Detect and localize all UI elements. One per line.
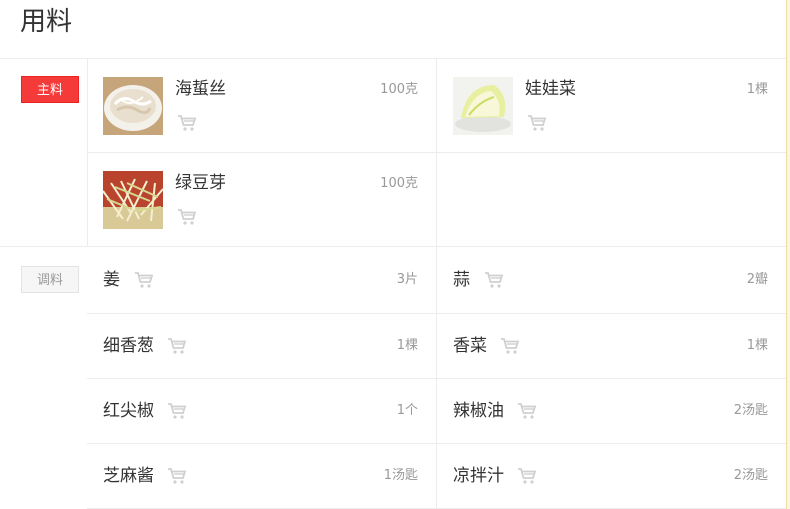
seasoning-name[interactable]: 红尖椒: [103, 379, 154, 443]
seasoning-item[interactable]: 细香葱 1棵: [87, 314, 436, 378]
shopping-cart-icon[interactable]: [177, 114, 197, 136]
shopping-cart-icon[interactable]: [500, 337, 520, 359]
seasoning-name[interactable]: 细香葱: [103, 314, 154, 378]
seasoning-name[interactable]: 凉拌汁: [453, 444, 504, 508]
shopping-cart-icon[interactable]: [167, 337, 187, 359]
seasoning-quantity: 2汤匙: [733, 468, 768, 483]
main-ingredient-item[interactable]: 海蜇丝 100克: [87, 59, 436, 152]
shopping-cart-icon[interactable]: [167, 467, 187, 489]
ingredient-quantity: 1棵: [746, 82, 768, 97]
ingredient-quantity: 100克: [380, 82, 418, 97]
jellyfish-shreds-photo[interactable]: [103, 77, 163, 135]
ingredient-name[interactable]: 海蜇丝: [175, 77, 226, 101]
ingredients-page: 用料 主料 海蜇丝 100克 娃娃菜 1棵 绿豆芽 100克 调料 姜 3片 蒜…: [0, 0, 786, 509]
ingredient-name[interactable]: 绿豆芽: [175, 171, 226, 195]
shopping-cart-icon[interactable]: [484, 271, 504, 293]
seasoning-quantity: 1棵: [746, 338, 768, 353]
ingredient-name[interactable]: 娃娃菜: [525, 77, 576, 101]
shopping-cart-icon[interactable]: [177, 208, 197, 230]
seasoning-quantity: 3片: [396, 272, 418, 287]
section-title: 用料: [20, 7, 73, 37]
seasoning-quantity: 1个: [396, 403, 418, 418]
seasoning-item[interactable]: 香菜 1棵: [437, 314, 786, 378]
seasoning-name[interactable]: 蒜: [453, 248, 470, 312]
baby-cabbage-photo[interactable]: [453, 77, 513, 135]
seasoning-item[interactable]: 辣椒油 2汤匙: [437, 379, 786, 443]
main-ingredient-item[interactable]: 娃娃菜 1棵: [437, 59, 786, 152]
seasoning-item[interactable]: 芝麻酱 1汤匙: [87, 444, 436, 508]
right-border-rule: [786, 0, 790, 509]
seasoning-quantity: 1汤匙: [383, 468, 418, 483]
shopping-cart-icon[interactable]: [527, 114, 547, 136]
shopping-cart-icon[interactable]: [167, 402, 187, 424]
seasonings-tag: 调料: [21, 266, 79, 293]
main-ingredients-tag: 主料: [21, 76, 79, 103]
seasoning-item[interactable]: 蒜 2瓣: [437, 248, 786, 312]
seasoning-quantity: 2汤匙: [733, 403, 768, 418]
seasoning-quantity: 1棵: [396, 338, 418, 353]
ingredient-quantity: 100克: [380, 176, 418, 191]
shopping-cart-icon[interactable]: [517, 402, 537, 424]
seasoning-name[interactable]: 姜: [103, 248, 120, 312]
shopping-cart-icon[interactable]: [134, 271, 154, 293]
main-ingredient-item[interactable]: 绿豆芽 100克: [87, 153, 436, 246]
seasoning-item[interactable]: 红尖椒 1个: [87, 379, 436, 443]
seasoning-item[interactable]: 凉拌汁 2汤匙: [437, 444, 786, 508]
divider: [0, 246, 786, 247]
mung-bean-sprouts-photo[interactable]: [103, 171, 163, 229]
shopping-cart-icon[interactable]: [517, 467, 537, 489]
seasoning-name[interactable]: 香菜: [453, 314, 487, 378]
seasoning-quantity: 2瓣: [746, 272, 768, 287]
seasoning-item[interactable]: 姜 3片: [87, 248, 436, 312]
seasoning-name[interactable]: 辣椒油: [453, 379, 504, 443]
seasoning-name[interactable]: 芝麻酱: [103, 444, 154, 508]
